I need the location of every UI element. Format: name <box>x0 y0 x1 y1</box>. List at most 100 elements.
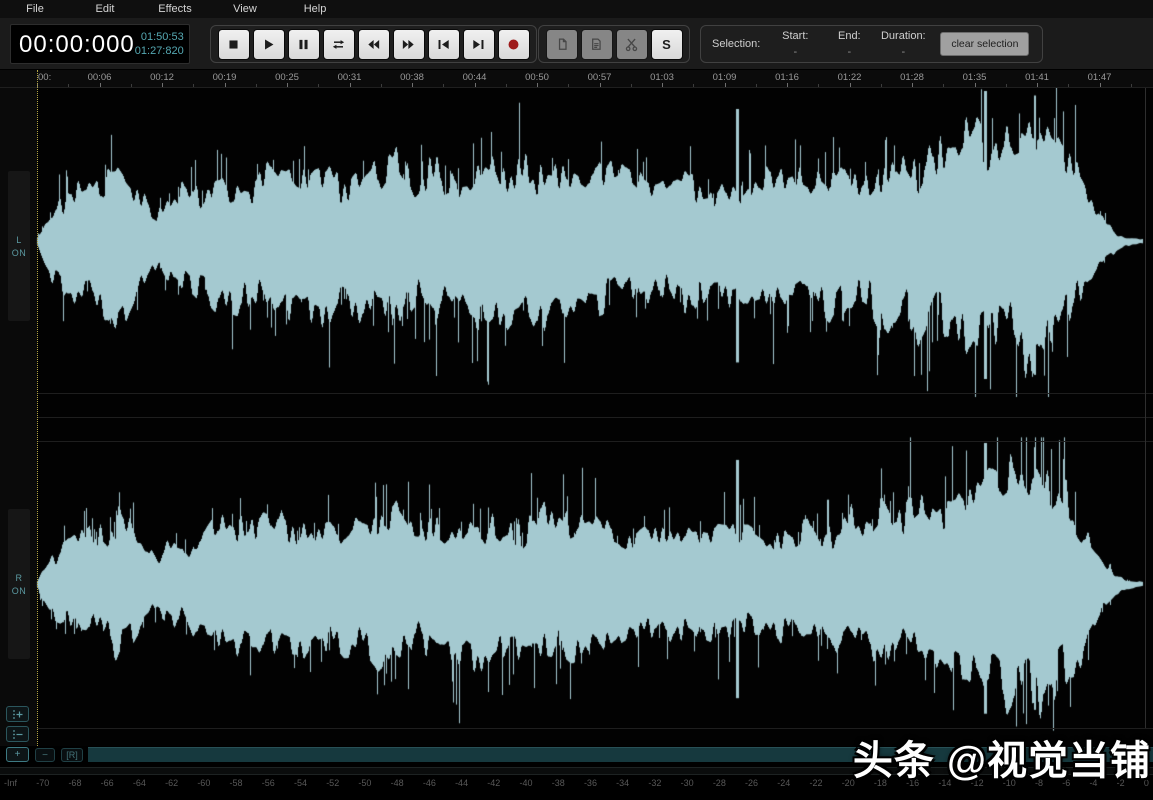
db-label: -50 <box>358 778 371 794</box>
db-label: -34 <box>616 778 629 794</box>
ruler-tick-minor <box>818 84 819 87</box>
db-label: -54 <box>294 778 307 794</box>
right-channel-panel[interactable]: R ON <box>8 509 30 659</box>
skip-to-end-button[interactable] <box>463 29 495 60</box>
rewind-icon <box>366 37 381 52</box>
menu-item-file[interactable]: File <box>0 0 70 18</box>
ruler-label: 00:25 <box>275 72 299 83</box>
zoom-out-button[interactable]: − <box>35 748 55 762</box>
stop-icon <box>226 37 241 52</box>
stop-button[interactable] <box>218 29 250 60</box>
channel-divider-line <box>37 393 1153 394</box>
ruler-label: 01:22 <box>838 72 862 83</box>
ruler-label: 01:47 <box>1088 72 1112 83</box>
menu-item-view[interactable]: View <box>210 0 280 18</box>
ruler-tick-major <box>725 83 726 87</box>
menu-item-edit[interactable]: Edit <box>70 0 140 18</box>
audio-editor-window: FileEditEffectsViewHelp 00:00:000 01:50:… <box>0 0 1153 800</box>
menu-item-help[interactable]: Help <box>280 0 350 18</box>
ruler-tick-minor <box>381 84 382 87</box>
duration-times: 01:50:53 01:27:820 <box>135 25 190 63</box>
ruler-label: 01:41 <box>1025 72 1049 83</box>
ruler-tick-major <box>787 83 788 87</box>
ruler-label: 01:35 <box>963 72 987 83</box>
ruler-tick-major <box>1037 83 1038 87</box>
paste-button[interactable] <box>581 29 613 60</box>
selection-duration-field: Duration: - <box>876 30 930 58</box>
ruler-tick-minor <box>193 84 194 87</box>
ruler-label: 00:57 <box>588 72 612 83</box>
ruler-tick-minor <box>506 84 507 87</box>
loop-button[interactable] <box>323 29 355 60</box>
timeline-ruler[interactable]: 00:00:0600:1200:1900:2500:3100:3800:4400… <box>0 70 1153 88</box>
selection-duration-value: - <box>876 46 930 58</box>
selection-start-field: Start: - <box>768 30 822 58</box>
db-label: -Inf <box>4 778 17 794</box>
ruler-label: 01:28 <box>900 72 924 83</box>
db-label: -36 <box>584 778 597 794</box>
watermark-text: 头条 @视觉当铺 <box>853 728 1151 786</box>
selection-start-value: - <box>768 46 822 58</box>
left-channel-name: L <box>16 235 22 245</box>
ruler-tick-minor <box>943 84 944 87</box>
ruler-tick-major <box>600 83 601 87</box>
toolbar: 00:00:000 01:50:53 01:27:820 S Selection… <box>0 18 1153 70</box>
ruler-tick-major <box>662 83 663 87</box>
selection-end-label: End: <box>822 30 876 42</box>
fast-forward-button[interactable] <box>393 29 425 60</box>
skip-to-start-button[interactable] <box>428 29 460 60</box>
left-channel-panel[interactable]: L ON <box>8 171 30 321</box>
ruler-tick-major <box>1100 83 1101 87</box>
ruler-label: 00:19 <box>213 72 237 83</box>
ruler-tick-major <box>100 83 101 87</box>
playhead-cursor <box>37 70 38 746</box>
zoom-reset-button[interactable]: [R] <box>61 748 83 762</box>
menu-item-effects[interactable]: Effects <box>140 0 210 18</box>
ruler-tick-minor <box>68 84 69 87</box>
db-label: -64 <box>133 778 146 794</box>
ruler-tick-major <box>350 83 351 87</box>
pause-icon <box>296 37 311 52</box>
db-label: -26 <box>745 778 758 794</box>
db-label: -32 <box>648 778 661 794</box>
ruler-tick-major <box>475 83 476 87</box>
db-label: -24 <box>777 778 790 794</box>
menu-bar: FileEditEffectsViewHelp <box>0 0 1153 18</box>
copy-icon <box>554 37 569 52</box>
ruler-tick-minor <box>318 84 319 87</box>
select-tool-button[interactable]: S <box>651 29 683 60</box>
ruler-label: 00:06 <box>88 72 112 83</box>
right-channel-name: R <box>16 573 23 583</box>
clear-selection-button[interactable]: clear selection <box>940 32 1029 56</box>
ruler-tick-minor <box>631 84 632 87</box>
ruler-tick-minor <box>1131 84 1132 87</box>
db-label: -66 <box>101 778 114 794</box>
rewind-button[interactable] <box>358 29 390 60</box>
play-button[interactable] <box>253 29 285 60</box>
right-channel-on-toggle[interactable]: ON <box>12 586 27 596</box>
selection-end-field: End: - <box>822 30 876 58</box>
copy-button[interactable] <box>546 29 578 60</box>
zoom-in-button[interactable]: + <box>6 747 29 762</box>
ruler-tick-minor <box>693 84 694 87</box>
record-button[interactable] <box>498 29 530 60</box>
cut-icon <box>624 37 639 52</box>
ruler-label: 00:50 <box>525 72 549 83</box>
audio-end-line <box>1145 88 1146 728</box>
loop-icon <box>331 37 346 52</box>
db-label: -70 <box>36 778 49 794</box>
ruler-tick-major <box>975 83 976 87</box>
ruler-tick-minor <box>443 84 444 87</box>
remaining-duration: 01:27:820 <box>135 44 184 58</box>
playhead-time: 00:00:000 <box>11 25 135 63</box>
db-label: -48 <box>391 778 404 794</box>
db-label: -62 <box>165 778 178 794</box>
pause-button[interactable] <box>288 29 320 60</box>
ruler-label: 00:38 <box>400 72 424 83</box>
vertical-zoom-out-button[interactable] <box>6 726 29 742</box>
left-channel-on-toggle[interactable]: ON <box>12 248 27 258</box>
vertical-zoom-in-button[interactable] <box>6 706 29 722</box>
ruler-tick-minor <box>881 84 882 87</box>
cut-button[interactable] <box>616 29 648 60</box>
ruler-tick-major <box>537 83 538 87</box>
